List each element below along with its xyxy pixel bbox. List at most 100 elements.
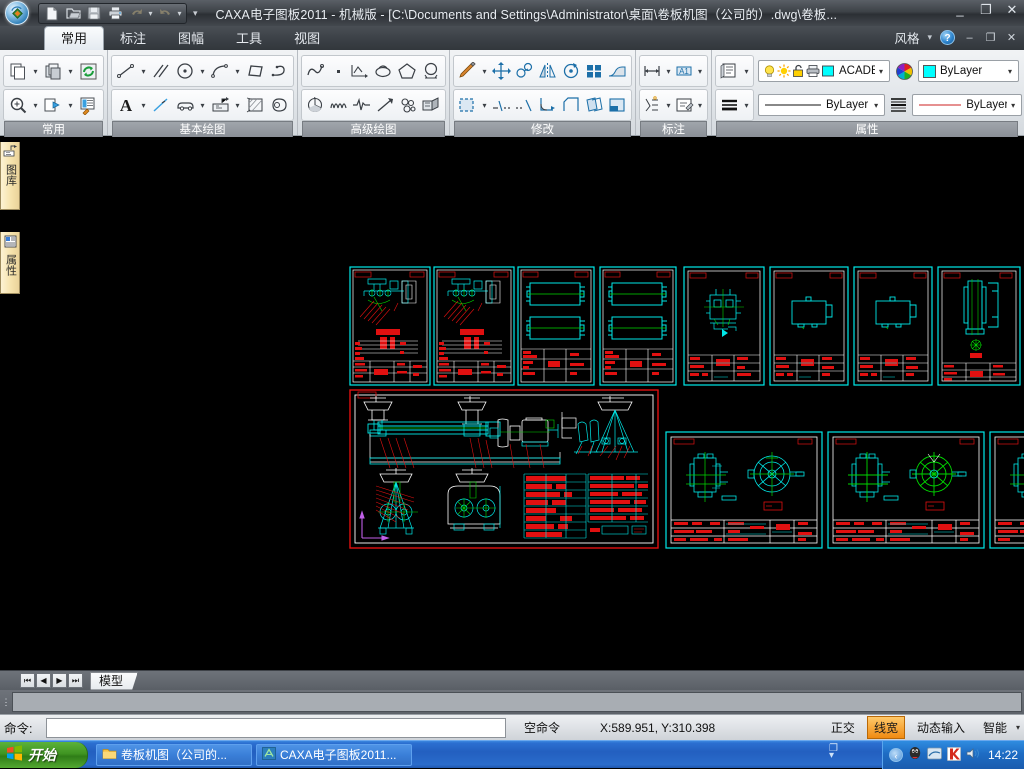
dimension-caret[interactable]: ▾	[664, 57, 674, 85]
pick-icon[interactable]	[41, 91, 65, 119]
edit-brush-icon[interactable]	[456, 57, 479, 85]
arrow-icon[interactable]	[374, 91, 397, 119]
trim-icon[interactable]	[456, 91, 479, 119]
spline-icon[interactable]	[304, 57, 328, 85]
toggle-lineweight[interactable]: 线宽	[867, 716, 905, 739]
copy-icon[interactable]	[6, 57, 30, 85]
edit-dim-icon[interactable]	[674, 91, 696, 119]
close-button[interactable]: ✕	[1004, 3, 1020, 17]
scale-icon[interactable]	[606, 57, 629, 85]
circle-caret[interactable]: ▾	[197, 57, 208, 85]
array-icon[interactable]	[583, 57, 606, 85]
tab-changyong[interactable]: 常用	[44, 26, 104, 50]
color-wheel-icon[interactable]	[894, 57, 914, 85]
layer-manager-icon[interactable]	[717, 57, 741, 85]
polygon-path-icon[interactable]	[348, 57, 372, 85]
chain-icon[interactable]	[397, 91, 420, 119]
command-drag-handle[interactable]: ⋮	[0, 690, 12, 714]
paste-caret[interactable]: ▾	[65, 57, 76, 85]
tab-tufu[interactable]: 图幅	[162, 28, 220, 50]
edit-dim-caret[interactable]: ▾	[695, 91, 705, 119]
point-icon[interactable]	[328, 57, 348, 85]
block-icon[interactable]	[208, 91, 232, 119]
line-caret[interactable]: ▾	[138, 57, 149, 85]
tab-biaozhu[interactable]: 标注	[104, 28, 162, 50]
paste-icon[interactable]	[41, 57, 65, 85]
qat-customize-caret[interactable]: ▾	[193, 8, 198, 19]
nav-next-button[interactable]: ▶	[52, 673, 67, 688]
arc-icon[interactable]	[208, 57, 232, 85]
tray-arrow-icon[interactable]: ‹	[889, 748, 903, 762]
application-menu-button[interactable]	[2, 0, 32, 26]
refresh-icon[interactable]	[76, 57, 100, 85]
mirror-icon[interactable]	[536, 57, 559, 85]
linetype-selector[interactable]: ByLayer ▾	[758, 94, 885, 116]
color-caret[interactable]: ▾	[1004, 67, 1016, 76]
circle-icon[interactable]	[173, 57, 197, 85]
lineweight-caret[interactable]: ▾	[1007, 101, 1019, 110]
nav-first-button[interactable]: ⏮	[20, 673, 35, 688]
quick-launch-grip[interactable]: ❐▾	[829, 745, 838, 759]
format-brush-icon[interactable]	[76, 91, 100, 119]
tolerance-caret[interactable]: ▾	[664, 91, 674, 119]
extend-icon[interactable]	[513, 91, 536, 119]
doc-close-button[interactable]: ✕	[1005, 31, 1018, 44]
tab-shitu[interactable]: 视图	[278, 28, 336, 50]
redo-caret[interactable]: ▾	[176, 4, 183, 23]
spring-icon[interactable]	[327, 91, 350, 119]
chamfer-icon[interactable]	[559, 91, 582, 119]
toggle-smart[interactable]: 智能	[977, 717, 1013, 738]
copy-caret[interactable]: ▾	[30, 57, 41, 85]
zoom-icon[interactable]	[6, 91, 30, 119]
doc-minimize-button[interactable]: –	[963, 32, 976, 44]
toggle-ortho[interactable]: 正交	[825, 717, 861, 738]
taskbar-item-caxa[interactable]: CAXA电子图板2011...	[256, 744, 412, 766]
dock-tab-library[interactable]: 图库	[0, 142, 20, 210]
maximize-button[interactable]: ❐	[978, 3, 994, 17]
linetype-stack-caret[interactable]: ▾	[741, 91, 752, 119]
undo-icon[interactable]	[126, 4, 146, 23]
text-icon[interactable]: A	[114, 91, 138, 119]
help-icon[interactable]: ?	[940, 30, 955, 45]
zoom-caret[interactable]: ▾	[30, 91, 41, 119]
move-icon[interactable]	[490, 57, 513, 85]
centerline-icon[interactable]	[149, 91, 173, 119]
linetype-stack-icon[interactable]	[717, 91, 741, 119]
command-scroll-area[interactable]	[12, 692, 1022, 712]
rectangle-icon[interactable]	[243, 57, 267, 85]
status-more-caret[interactable]: ▾	[1016, 723, 1024, 732]
region-icon[interactable]	[267, 91, 291, 119]
polygon-icon[interactable]	[396, 57, 420, 85]
break-icon[interactable]	[490, 91, 513, 119]
redo-icon[interactable]	[155, 4, 175, 23]
block-caret[interactable]: ▾	[232, 91, 243, 119]
save-icon[interactable]	[84, 4, 104, 23]
lineweight-icon[interactable]	[889, 91, 908, 119]
style-dropdown-label[interactable]: 风格	[894, 28, 919, 47]
gear-icon[interactable]	[304, 91, 327, 119]
network-icon[interactable]	[927, 747, 942, 763]
nav-last-button[interactable]: ⏭	[68, 673, 83, 688]
undo-caret[interactable]: ▾	[147, 4, 154, 23]
doc-restore-button[interactable]: ❐	[984, 31, 997, 44]
hole-icon[interactable]	[419, 57, 443, 85]
print-icon[interactable]	[105, 4, 125, 23]
tolerance-icon[interactable]	[642, 91, 664, 119]
quick-access-toolbar[interactable]: ▾ ▾	[38, 3, 187, 24]
bearing-icon[interactable]	[420, 91, 443, 119]
dock-tab-properties[interactable]: 属性	[0, 232, 20, 294]
layer-caret[interactable]: ▾	[875, 67, 887, 76]
toggle-dynamic-input[interactable]: 动态输入	[911, 717, 971, 738]
layer-manager-caret[interactable]: ▾	[741, 57, 752, 85]
tab-gongju[interactable]: 工具	[220, 28, 278, 50]
taskbar-item-folder[interactable]: 卷板机图（公司的...	[96, 744, 252, 766]
dimension-icon[interactable]	[642, 57, 664, 85]
polyline-icon[interactable]	[267, 57, 291, 85]
arc-caret[interactable]: ▾	[232, 57, 243, 85]
explode-icon[interactable]	[606, 91, 629, 119]
fillet-icon[interactable]	[536, 91, 559, 119]
label-caret[interactable]: ▾	[695, 57, 705, 85]
pattern-icon[interactable]	[243, 91, 267, 119]
volume-icon[interactable]	[966, 747, 980, 763]
hatch-caret[interactable]: ▾	[197, 91, 208, 119]
